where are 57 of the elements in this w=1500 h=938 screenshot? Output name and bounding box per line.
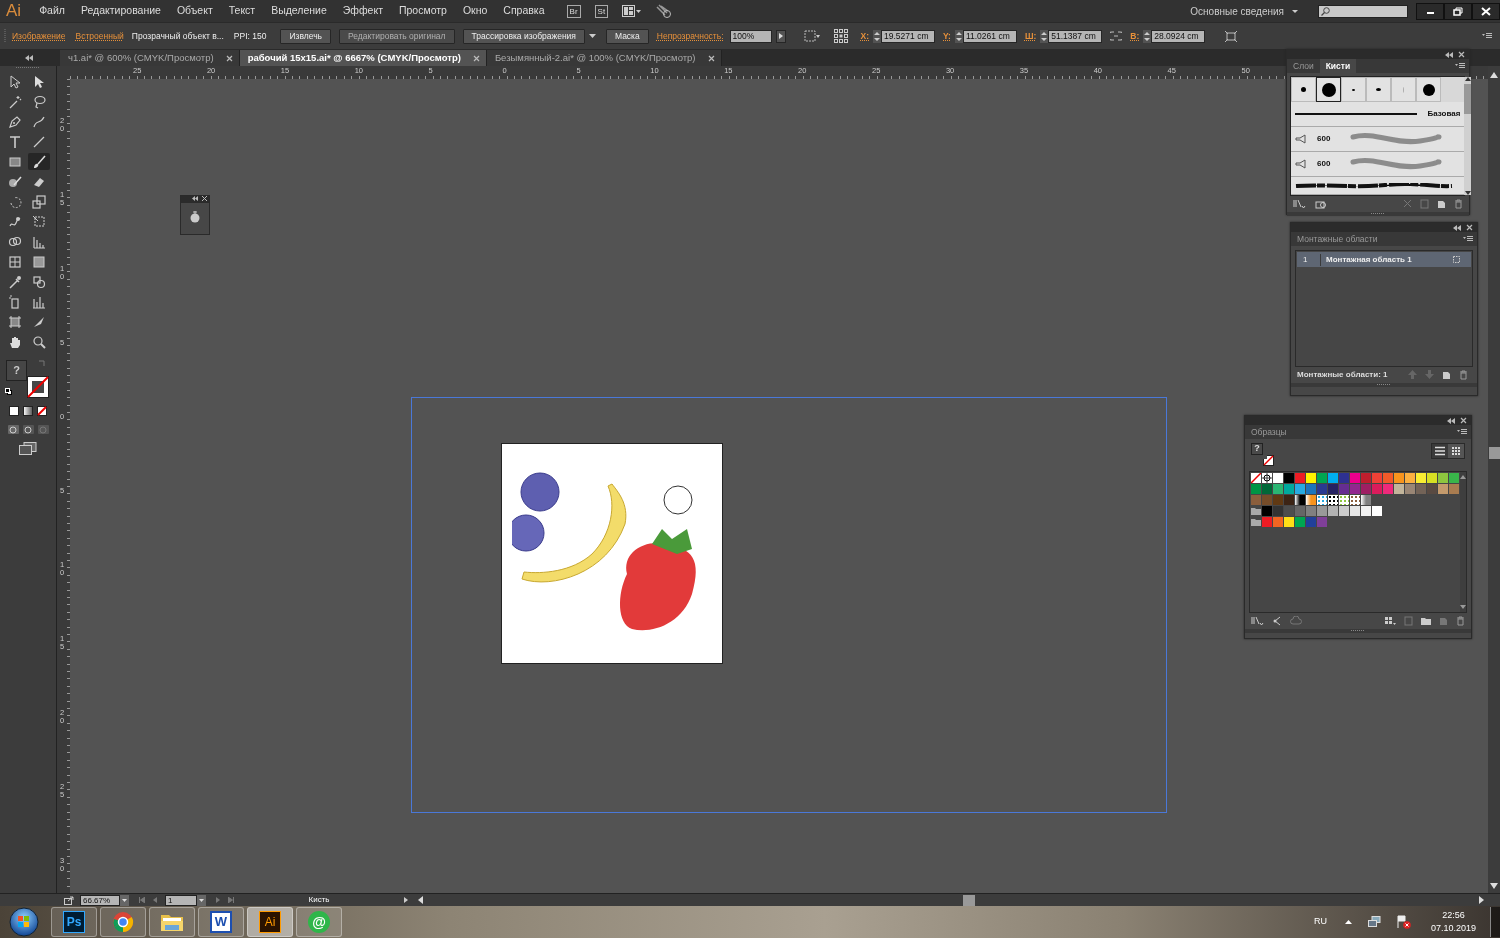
- brush-name[interactable]: 600: [1317, 133, 1331, 145]
- app-button[interactable]: Br: [566, 4, 581, 18]
- brush-name[interactable]: Базовая: [1427, 108, 1461, 120]
- taskbar-app-button[interactable]: Ai: [247, 907, 293, 937]
- menu-item[interactable]: Окно: [454, 3, 496, 19]
- mail-agent-icon: @: [308, 911, 330, 933]
- page-field[interactable]: 1: [165, 894, 197, 906]
- object-info: PPI: 150: [233, 29, 267, 43]
- document-tab[interactable]: Безымянный-2.ai* @ 100% (CMYK/Просмотр): [486, 50, 722, 66]
- coordinate-label: Y:: [943, 29, 951, 43]
- status-tool-name[interactable]: Кисть: [308, 894, 330, 906]
- app-logo: Ai: [5, 0, 23, 22]
- brush-name[interactable]: 600: [1317, 158, 1331, 170]
- menu-item[interactable]: Файл: [31, 3, 73, 19]
- coordinate-field[interactable]: 19.5271 cm: [881, 29, 936, 43]
- coordinate-field[interactable]: 28.0924 cm: [1151, 29, 1206, 43]
- taskbar-app-button[interactable]: W: [198, 907, 244, 937]
- panel-tab[interactable]: Кисти: [1319, 59, 1357, 73]
- coordinate-label: Ш:: [1024, 29, 1037, 43]
- menu-item[interactable]: Редактирование: [72, 3, 169, 19]
- panel-tab[interactable]: Слои: [1287, 59, 1320, 73]
- panel-link[interactable]: Непрозрачность:: [656, 29, 724, 43]
- coordinate-label: X:: [860, 29, 870, 43]
- opacity-field[interactable]: 100%: [729, 29, 772, 43]
- artboard-number: 1: [1297, 253, 1321, 266]
- menu-item[interactable]: Объект: [168, 3, 221, 19]
- illustrator-icon: Ai: [259, 911, 281, 933]
- artboard-name: Монтажная область 1: [1325, 253, 1413, 266]
- coordinate-field[interactable]: 51.1387 cm: [1048, 29, 1103, 43]
- panel-link[interactable]: Встроенный: [75, 29, 124, 43]
- menu-item[interactable]: Выделение: [263, 3, 335, 19]
- trace-button[interactable]: Трассировка изображения: [462, 28, 585, 44]
- photoshop-icon: Ps: [63, 911, 85, 933]
- action-button[interactable]: Маска: [605, 28, 649, 44]
- clock-date[interactable]: 07.10.2019: [1430, 922, 1476, 936]
- menu-item[interactable]: Текст: [220, 3, 264, 19]
- zoom-field[interactable]: 66.67%: [80, 894, 120, 906]
- workspace-switcher[interactable]: Основные сведения: [1190, 3, 1284, 19]
- taskbar-app-button[interactable]: Ps: [51, 907, 97, 937]
- menu-item[interactable]: Справка: [495, 3, 553, 19]
- panel-link[interactable]: Изображение: [12, 29, 66, 43]
- clock-time[interactable]: 22:56: [1442, 908, 1465, 922]
- action-button[interactable]: Извлечь: [280, 28, 331, 44]
- fill-swatch[interactable]: ?: [6, 360, 27, 381]
- object-info: Прозрачный объект в...: [131, 29, 224, 43]
- app-button[interactable]: St: [594, 4, 609, 18]
- document-tab[interactable]: рабочий 15x15.ai* @ 6667% (CMYK/Просмотр): [239, 50, 487, 66]
- coordinate-label: В:: [1130, 29, 1140, 43]
- word-icon: W: [210, 911, 232, 933]
- document-tab[interactable]: ч1.ai* @ 600% (CMYK/Просмотр): [60, 50, 240, 66]
- artboards-count: Монтажные области: 1: [1297, 369, 1388, 381]
- menu-item[interactable]: Просмотр: [391, 3, 455, 19]
- menu-item[interactable]: Эффект: [334, 3, 391, 19]
- language-indicator[interactable]: RU: [1313, 915, 1327, 929]
- coordinate-field[interactable]: 11.0261 cm: [962, 29, 1017, 43]
- fill-swatch[interactable]: ?: [1251, 443, 1263, 455]
- artboard-row[interactable]: 1 Монтажная область 1: [1297, 252, 1471, 267]
